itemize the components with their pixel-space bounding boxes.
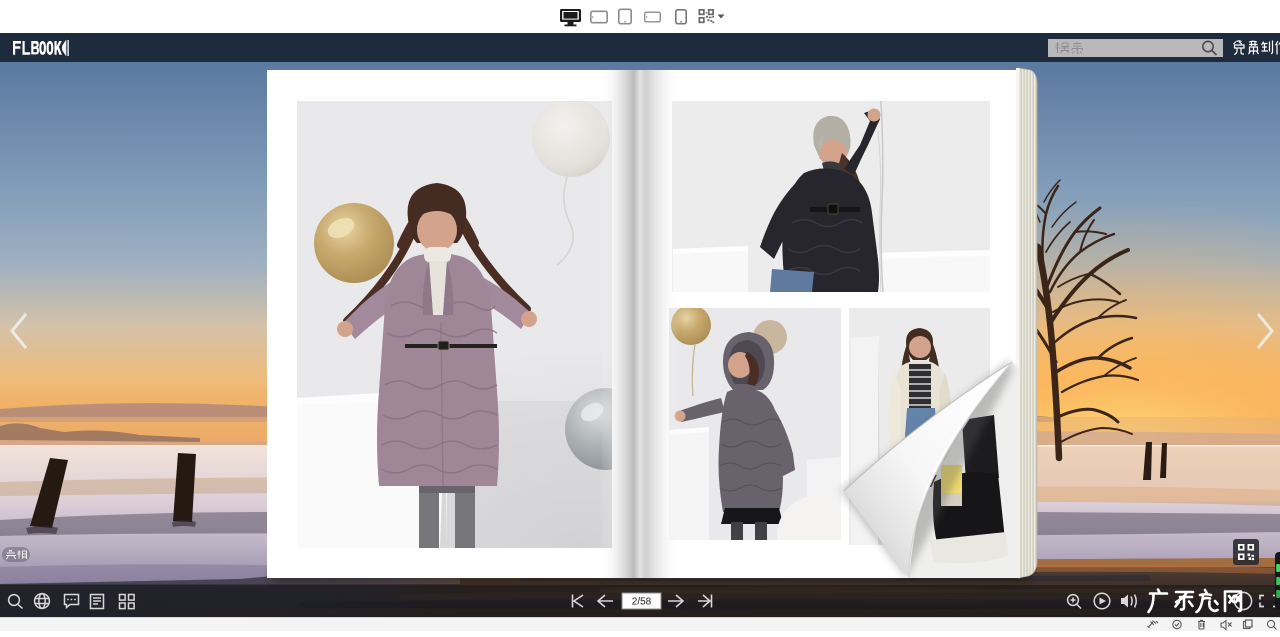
svg-text:2/58: 2/58 <box>632 597 652 608</box>
